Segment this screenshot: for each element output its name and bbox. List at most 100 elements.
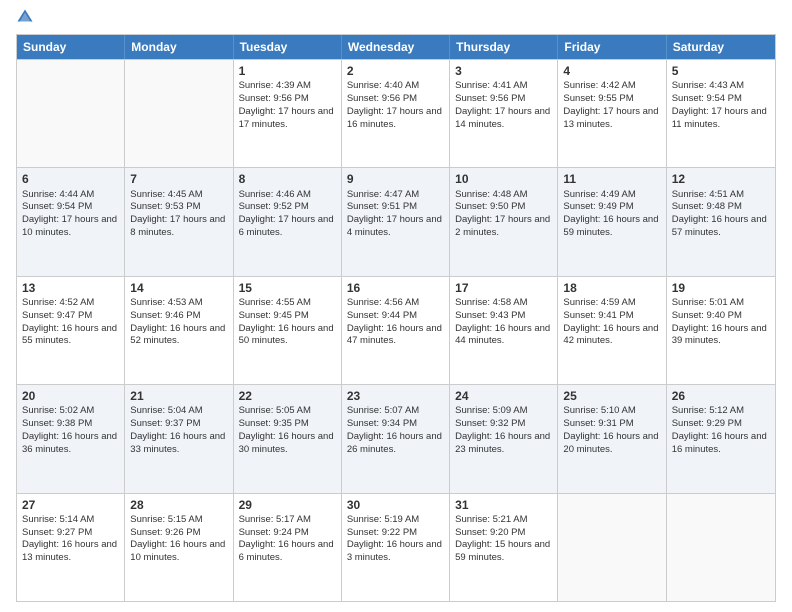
day-info: Sunrise: 5:17 AM Sunset: 9:24 PM Dayligh… <box>239 514 334 563</box>
day-info: Sunrise: 4:52 AM Sunset: 9:47 PM Dayligh… <box>22 297 117 346</box>
calendar-cell: 7 Sunrise: 4:45 AM Sunset: 9:53 PM Daylig… <box>125 168 233 275</box>
day-number: 5 <box>672 63 770 79</box>
calendar-cell: 18Sunrise: 4:59 AM Sunset: 9:41 PM Dayli… <box>558 277 666 384</box>
calendar-row: 27Sunrise: 5:14 AM Sunset: 9:27 PM Dayli… <box>17 493 775 601</box>
calendar-header-cell: Saturday <box>667 35 775 59</box>
calendar-header-row: SundayMondayTuesdayWednesdayThursdayFrid… <box>17 35 775 59</box>
day-info: Sunrise: 5:01 AM Sunset: 9:40 PM Dayligh… <box>672 297 767 346</box>
day-info: Sunrise: 4:46 AM Sunset: 9:52 PM Dayligh… <box>239 189 334 238</box>
day-info: Sunrise: 4:49 AM Sunset: 9:49 PM Dayligh… <box>563 189 658 238</box>
day-number: 17 <box>455 280 552 296</box>
calendar-cell: 19Sunrise: 5:01 AM Sunset: 9:40 PM Dayli… <box>667 277 775 384</box>
logo-icon <box>16 8 34 26</box>
calendar-cell: 17Sunrise: 4:58 AM Sunset: 9:43 PM Dayli… <box>450 277 558 384</box>
day-number: 23 <box>347 388 444 404</box>
calendar-cell: 12 Sunrise: 4:51 AM Sunset: 9:48 PM Dayli… <box>667 168 775 275</box>
day-info: Sunrise: 4:41 AM Sunset: 9:56 PM Dayligh… <box>455 80 550 129</box>
day-info: Sunrise: 4:45 AM Sunset: 9:53 PM Dayligh… <box>130 189 225 238</box>
calendar-cell: 3Sunrise: 4:41 AM Sunset: 9:56 PM Daylig… <box>450 60 558 167</box>
calendar-cell: 20Sunrise: 5:02 AM Sunset: 9:38 PM Dayli… <box>17 385 125 492</box>
calendar-header-cell: Monday <box>125 35 233 59</box>
day-info: Sunrise: 4:58 AM Sunset: 9:43 PM Dayligh… <box>455 297 550 346</box>
calendar-cell: 31Sunrise: 5:21 AM Sunset: 9:20 PM Dayli… <box>450 494 558 601</box>
day-info: Sunrise: 4:44 AM Sunset: 9:54 PM Dayligh… <box>22 189 117 238</box>
day-number: 24 <box>455 388 552 404</box>
calendar-row: 13Sunrise: 4:52 AM Sunset: 9:47 PM Dayli… <box>17 276 775 384</box>
day-info: Sunrise: 5:19 AM Sunset: 9:22 PM Dayligh… <box>347 514 442 563</box>
calendar-cell: 14Sunrise: 4:53 AM Sunset: 9:46 PM Dayli… <box>125 277 233 384</box>
calendar-cell: 15Sunrise: 4:55 AM Sunset: 9:45 PM Dayli… <box>234 277 342 384</box>
calendar-header-cell: Wednesday <box>342 35 450 59</box>
day-number: 31 <box>455 497 552 513</box>
calendar-cell: 16Sunrise: 4:56 AM Sunset: 9:44 PM Dayli… <box>342 277 450 384</box>
calendar-cell: 11 Sunrise: 4:49 AM Sunset: 9:49 PM Dayli… <box>558 168 666 275</box>
day-number: 4 <box>563 63 660 79</box>
calendar-cell: 22Sunrise: 5:05 AM Sunset: 9:35 PM Dayli… <box>234 385 342 492</box>
day-info: Sunrise: 4:40 AM Sunset: 9:56 PM Dayligh… <box>347 80 442 129</box>
day-number: 8 <box>239 171 336 187</box>
calendar-cell: 21Sunrise: 5:04 AM Sunset: 9:37 PM Dayli… <box>125 385 233 492</box>
calendar-row: 6Sunrise: 4:44 AM Sunset: 9:54 PM Daylig… <box>17 167 775 275</box>
calendar-header-cell: Friday <box>558 35 666 59</box>
day-info: Sunrise: 5:02 AM Sunset: 9:38 PM Dayligh… <box>22 405 117 454</box>
day-info: Sunrise: 5:12 AM Sunset: 9:29 PM Dayligh… <box>672 405 767 454</box>
day-info: Sunrise: 4:55 AM Sunset: 9:45 PM Dayligh… <box>239 297 334 346</box>
day-info: Sunrise: 4:47 AM Sunset: 9:51 PM Dayligh… <box>347 189 442 238</box>
calendar-body: 1Sunrise: 4:39 AM Sunset: 9:56 PM Daylig… <box>17 59 775 601</box>
day-number: 29 <box>239 497 336 513</box>
calendar-cell: 28Sunrise: 5:15 AM Sunset: 9:26 PM Dayli… <box>125 494 233 601</box>
calendar-cell: 25Sunrise: 5:10 AM Sunset: 9:31 PM Dayli… <box>558 385 666 492</box>
calendar-cell: 27Sunrise: 5:14 AM Sunset: 9:27 PM Dayli… <box>17 494 125 601</box>
day-number: 13 <box>22 280 119 296</box>
day-number: 28 <box>130 497 227 513</box>
calendar-cell <box>17 60 125 167</box>
day-info: Sunrise: 4:59 AM Sunset: 9:41 PM Dayligh… <box>563 297 658 346</box>
day-number: 7 <box>130 171 227 187</box>
calendar-cell: 29Sunrise: 5:17 AM Sunset: 9:24 PM Dayli… <box>234 494 342 601</box>
day-info: Sunrise: 5:07 AM Sunset: 9:34 PM Dayligh… <box>347 405 442 454</box>
day-info: Sunrise: 5:04 AM Sunset: 9:37 PM Dayligh… <box>130 405 225 454</box>
day-number: 11 <box>563 171 660 187</box>
calendar: SundayMondayTuesdayWednesdayThursdayFrid… <box>16 34 776 602</box>
header <box>16 12 776 26</box>
day-info: Sunrise: 5:10 AM Sunset: 9:31 PM Dayligh… <box>563 405 658 454</box>
day-info: Sunrise: 4:56 AM Sunset: 9:44 PM Dayligh… <box>347 297 442 346</box>
day-number: 12 <box>672 171 770 187</box>
day-info: Sunrise: 4:51 AM Sunset: 9:48 PM Dayligh… <box>672 189 767 238</box>
calendar-row: 20Sunrise: 5:02 AM Sunset: 9:38 PM Dayli… <box>17 384 775 492</box>
day-info: Sunrise: 4:43 AM Sunset: 9:54 PM Dayligh… <box>672 80 767 129</box>
calendar-header-cell: Sunday <box>17 35 125 59</box>
calendar-cell <box>667 494 775 601</box>
calendar-cell: 9 Sunrise: 4:47 AM Sunset: 9:51 PM Daylig… <box>342 168 450 275</box>
day-number: 15 <box>239 280 336 296</box>
day-number: 3 <box>455 63 552 79</box>
day-info: Sunrise: 5:09 AM Sunset: 9:32 PM Dayligh… <box>455 405 550 454</box>
day-number: 16 <box>347 280 444 296</box>
day-number: 25 <box>563 388 660 404</box>
calendar-cell: 6Sunrise: 4:44 AM Sunset: 9:54 PM Daylig… <box>17 168 125 275</box>
day-info: Sunrise: 4:53 AM Sunset: 9:46 PM Dayligh… <box>130 297 225 346</box>
day-number: 9 <box>347 171 444 187</box>
day-number: 21 <box>130 388 227 404</box>
day-number: 1 <box>239 63 336 79</box>
calendar-cell: 8 Sunrise: 4:46 AM Sunset: 9:52 PM Daylig… <box>234 168 342 275</box>
day-info: Sunrise: 5:05 AM Sunset: 9:35 PM Dayligh… <box>239 405 334 454</box>
calendar-header-cell: Thursday <box>450 35 558 59</box>
day-number: 2 <box>347 63 444 79</box>
day-number: 14 <box>130 280 227 296</box>
calendar-cell: 5Sunrise: 4:43 AM Sunset: 9:54 PM Daylig… <box>667 60 775 167</box>
day-number: 26 <box>672 388 770 404</box>
calendar-cell: 23Sunrise: 5:07 AM Sunset: 9:34 PM Dayli… <box>342 385 450 492</box>
calendar-cell: 4Sunrise: 4:42 AM Sunset: 9:55 PM Daylig… <box>558 60 666 167</box>
calendar-cell: 13Sunrise: 4:52 AM Sunset: 9:47 PM Dayli… <box>17 277 125 384</box>
day-info: Sunrise: 4:48 AM Sunset: 9:50 PM Dayligh… <box>455 189 550 238</box>
calendar-cell <box>125 60 233 167</box>
calendar-cell: 1Sunrise: 4:39 AM Sunset: 9:56 PM Daylig… <box>234 60 342 167</box>
calendar-cell: 30Sunrise: 5:19 AM Sunset: 9:22 PM Dayli… <box>342 494 450 601</box>
page: SundayMondayTuesdayWednesdayThursdayFrid… <box>0 0 792 612</box>
day-info: Sunrise: 4:39 AM Sunset: 9:56 PM Dayligh… <box>239 80 334 129</box>
day-info: Sunrise: 5:14 AM Sunset: 9:27 PM Dayligh… <box>22 514 117 563</box>
calendar-cell <box>558 494 666 601</box>
day-number: 20 <box>22 388 119 404</box>
day-info: Sunrise: 4:42 AM Sunset: 9:55 PM Dayligh… <box>563 80 658 129</box>
